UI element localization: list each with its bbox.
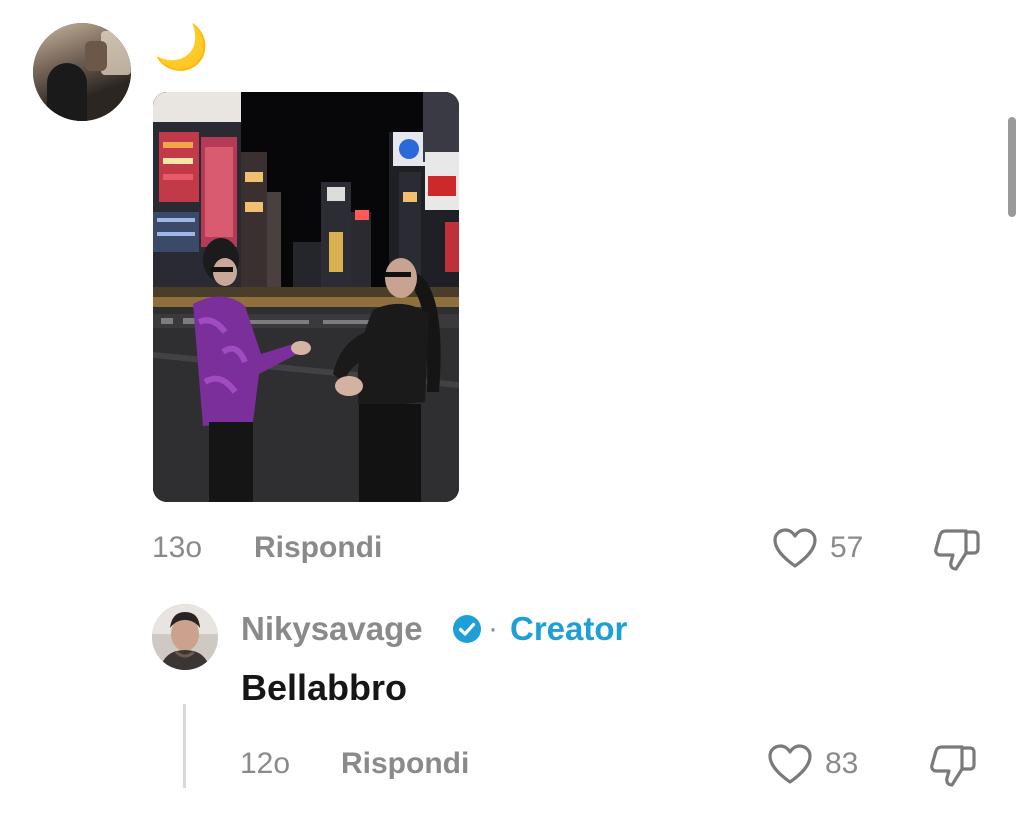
reply-like-count: 83	[825, 747, 859, 780]
creator-label: Creator	[510, 610, 628, 647]
comment-photo[interactable]	[153, 92, 459, 502]
badge-separator: ·	[488, 612, 498, 645]
comment-reply-button[interactable]: Rispondi	[254, 531, 382, 565]
reply-text: Bellabbro	[241, 667, 408, 708]
reply-timestamp: 12o	[240, 747, 291, 780]
thumbs-down-icon	[934, 529, 980, 571]
comment-thread: 🌙 13o Rispondi 57 Nikysavage · Creator B…	[0, 0, 1024, 817]
heart-icon	[768, 744, 812, 784]
scrollbar[interactable]	[1008, 117, 1016, 217]
creator-avatar[interactable]	[152, 604, 218, 670]
comment-like-button[interactable]: 57	[772, 527, 863, 569]
verified-badge-icon	[453, 615, 481, 643]
heart-icon	[773, 528, 817, 568]
comment-timestamp: 13o	[152, 531, 203, 564]
thread-line	[183, 704, 186, 788]
reply-dislike-button[interactable]	[928, 743, 978, 794]
comment-emoji: 🌙	[154, 23, 209, 72]
comment-like-count: 57	[830, 531, 864, 564]
comment-dislike-button[interactable]	[932, 527, 982, 578]
thumbs-down-icon	[930, 745, 976, 787]
reply-like-button[interactable]: 83	[767, 743, 858, 785]
commenter-avatar[interactable]	[33, 23, 131, 121]
reply-reply-button[interactable]: Rispondi	[341, 747, 469, 781]
creator-username[interactable]: Nikysavage	[241, 610, 423, 648]
